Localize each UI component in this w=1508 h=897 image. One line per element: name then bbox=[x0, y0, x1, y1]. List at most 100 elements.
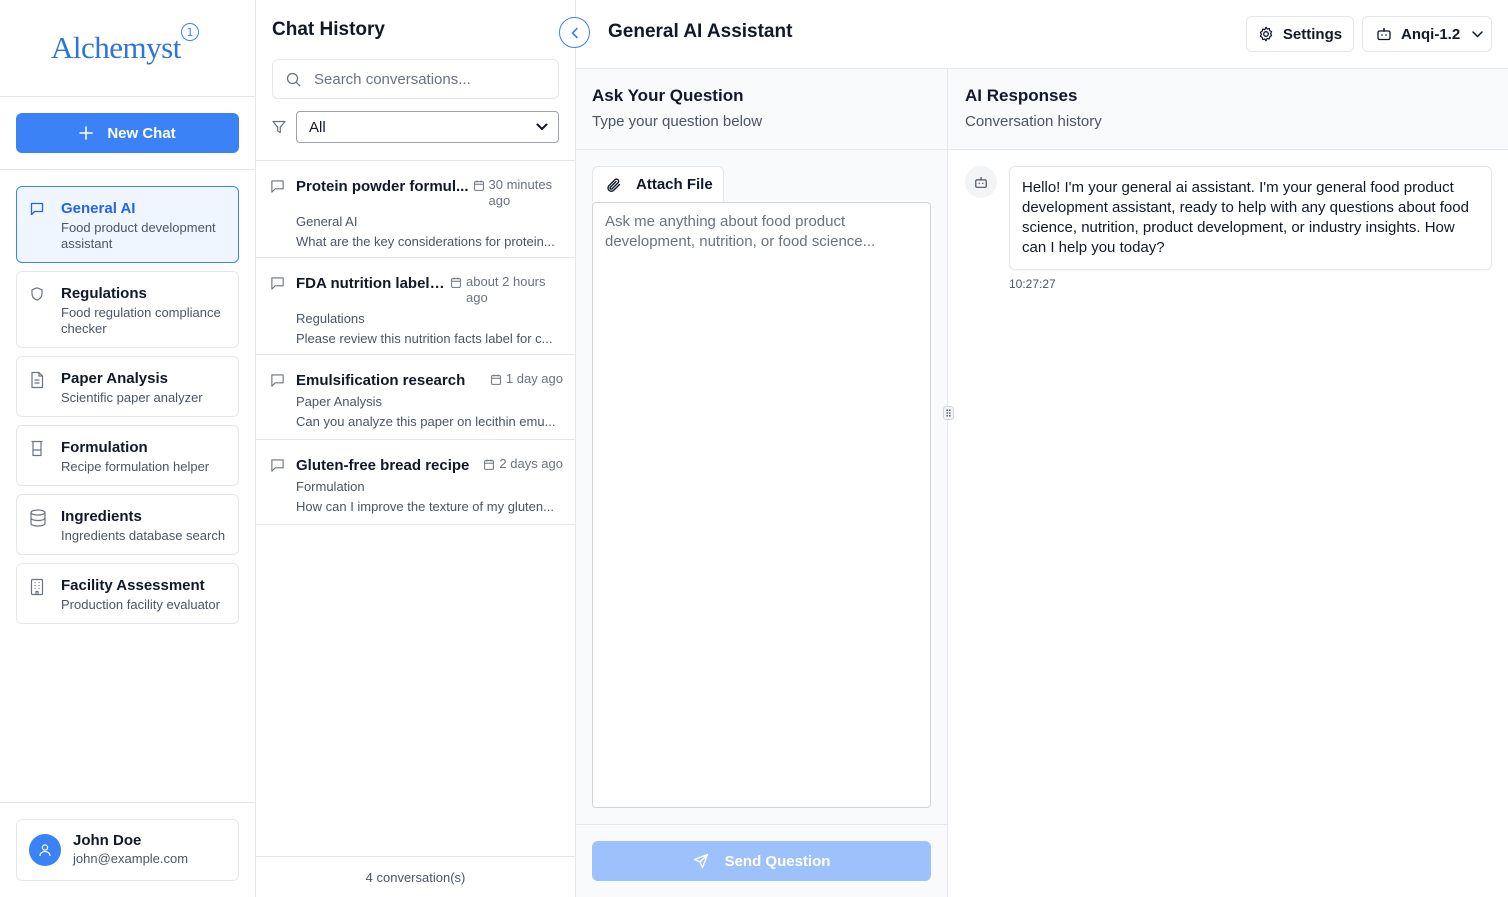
paperclip-icon bbox=[606, 177, 622, 193]
conversation-title: FDA nutrition labeli... bbox=[296, 275, 446, 292]
search-icon bbox=[286, 72, 301, 87]
sidebar-item-ingredients[interactable]: Ingredients Ingredients database search bbox=[16, 494, 239, 555]
sidebar-item-subtitle: Scientific paper analyzer bbox=[61, 390, 203, 405]
assistant-nav: General AI Food product development assi… bbox=[0, 170, 255, 624]
user-profile-card[interactable]: John Doe john@example.com bbox=[16, 819, 239, 881]
gear-icon bbox=[1258, 26, 1274, 42]
top-bar: General AI Assistant Settings Anqi-1.2 bbox=[576, 0, 1508, 69]
conversation-title: Emulsification research bbox=[296, 372, 466, 389]
calendar-icon bbox=[451, 277, 461, 288]
database-icon bbox=[29, 507, 49, 544]
chevron-left-icon bbox=[570, 27, 580, 39]
conversation-list: Protein powder formul... 30 minutes ago … bbox=[256, 161, 575, 525]
calendar-icon bbox=[484, 459, 495, 470]
sidebar-item-title: Ingredients bbox=[61, 508, 142, 525]
sidebar-item-formulation[interactable]: Formulation Recipe formulation helper bbox=[16, 425, 239, 486]
logo-area: Alchemyst 1 bbox=[0, 0, 255, 97]
sidebar-item-title: Regulations bbox=[61, 285, 147, 302]
building-icon bbox=[29, 576, 49, 613]
conversation-category: Paper Analysis bbox=[296, 394, 382, 409]
chevron-down-icon bbox=[536, 123, 548, 131]
avatar bbox=[29, 834, 61, 866]
beaker-icon bbox=[29, 438, 49, 475]
sidebar-item-title: General AI bbox=[61, 200, 136, 217]
conversation-category: Formulation bbox=[296, 479, 365, 494]
message-bubble: Hello! I'm your general ai assistant. I'… bbox=[1009, 166, 1492, 270]
sidebar-item-subtitle: Food product development assistant bbox=[61, 220, 216, 251]
responses-panel-subtitle: Conversation history bbox=[965, 113, 1102, 130]
new-chat-label: New Chat bbox=[107, 124, 176, 142]
ask-panel-subtitle: Type your question below bbox=[592, 113, 763, 130]
conversation-item[interactable]: FDA nutrition labeli... about 2 hours ag… bbox=[256, 258, 575, 355]
sidebar-item-subtitle: Food regulation compliance checker bbox=[61, 305, 221, 336]
sidebar-item-regulations[interactable]: Regulations Food regulation compliance c… bbox=[16, 271, 239, 348]
bot-icon bbox=[1376, 27, 1392, 41]
send-question-label: Send Question bbox=[724, 852, 831, 870]
conversation-title: Protein powder formul... bbox=[296, 178, 469, 195]
ask-question-panel: Ask Your Question Type your question bel… bbox=[576, 69, 948, 897]
conversation-time: 1 day ago bbox=[505, 371, 563, 386]
category-filter-select[interactable]: All bbox=[296, 111, 559, 143]
message-square-icon bbox=[270, 274, 286, 342]
brand-badge: 1 bbox=[181, 23, 199, 41]
conversation-item[interactable]: Protein powder formul... 30 minutes ago … bbox=[256, 161, 575, 258]
sidebar-item-facility-assessment[interactable]: Facility Assessment Production facility … bbox=[16, 563, 239, 624]
send-question-button[interactable]: Send Question bbox=[592, 841, 931, 881]
message-timestamp: 10:27:27 bbox=[1009, 277, 1056, 291]
conversation-preview: Can you analyze this paper on lecithin e… bbox=[296, 414, 556, 429]
brand-logo[interactable]: Alchemyst bbox=[51, 30, 181, 66]
panel-resize-handle[interactable] bbox=[943, 406, 954, 420]
conversation-item[interactable]: Gluten-free bread recipe 2 days ago Form… bbox=[256, 440, 575, 525]
sidebar-item-subtitle: Recipe formulation helper bbox=[61, 459, 210, 474]
user-area: John Doe john@example.com bbox=[0, 802, 255, 897]
conversation-count: 4 conversation(s) bbox=[256, 856, 575, 897]
search-box[interactable] bbox=[272, 59, 559, 99]
conversation-category: Regulations bbox=[296, 311, 365, 326]
user-name: John Doe bbox=[73, 832, 142, 849]
chat-history-title: Chat History bbox=[272, 19, 385, 40]
chat-history-panel: Chat History All bbox=[256, 0, 576, 897]
user-email: john@example.com bbox=[73, 851, 189, 866]
filter-selected-value: All bbox=[309, 118, 326, 136]
sidebar-item-paper-analysis[interactable]: Paper Analysis Scientific paper analyzer bbox=[16, 356, 239, 417]
search-input[interactable] bbox=[314, 70, 544, 88]
grip-vertical-icon bbox=[946, 409, 951, 417]
calendar-icon bbox=[473, 180, 484, 191]
conversation-title: Gluten-free bread recipe bbox=[296, 457, 470, 474]
conversation-preview: How can I improve the texture of my glut… bbox=[296, 499, 554, 514]
page-title: General AI Assistant bbox=[608, 21, 793, 42]
message-square-icon bbox=[270, 177, 286, 245]
user-icon bbox=[38, 843, 52, 857]
conversation-item[interactable]: Emulsification research 1 day ago Paper … bbox=[256, 355, 575, 440]
file-text-icon bbox=[29, 369, 49, 406]
message-square-icon bbox=[29, 199, 49, 252]
attach-file-button[interactable]: Attach File bbox=[592, 166, 724, 202]
responses-panel-title: AI Responses bbox=[965, 86, 1078, 105]
sidebar-item-subtitle: Ingredients database search bbox=[61, 528, 226, 543]
bot-avatar bbox=[965, 166, 997, 198]
plus-icon bbox=[79, 126, 94, 140]
main-area: General AI Assistant Settings Anqi-1.2 A… bbox=[576, 0, 1508, 897]
sidebar-item-general-ai[interactable]: General AI Food product development assi… bbox=[16, 186, 239, 263]
conversation-category: General AI bbox=[296, 214, 358, 229]
send-icon bbox=[693, 853, 709, 869]
sidebar-item-title: Paper Analysis bbox=[61, 370, 168, 387]
attach-file-label: Attach File bbox=[636, 176, 713, 193]
question-input[interactable] bbox=[605, 212, 918, 798]
collapse-history-button[interactable] bbox=[559, 17, 590, 48]
message-square-icon bbox=[270, 456, 286, 512]
conversation-time: 2 days ago bbox=[499, 456, 563, 471]
bot-icon bbox=[974, 176, 988, 189]
ai-responses-panel: AI Responses Conversation history Hello!… bbox=[948, 69, 1508, 897]
sidebar: Alchemyst 1 New Chat General AI Food pro… bbox=[0, 0, 256, 897]
ask-panel-title: Ask Your Question bbox=[592, 86, 744, 105]
settings-label: Settings bbox=[1282, 25, 1343, 43]
new-chat-button[interactable]: New Chat bbox=[16, 113, 239, 153]
assistant-message: Hello! I'm your general ai assistant. I'… bbox=[965, 166, 1492, 270]
sidebar-item-title: Facility Assessment bbox=[61, 577, 205, 594]
model-selector[interactable]: Anqi-1.2 bbox=[1362, 16, 1492, 52]
conversation-preview: What are the key considerations for prot… bbox=[296, 234, 555, 249]
settings-button[interactable]: Settings bbox=[1246, 16, 1354, 52]
conversation-time: 30 minutes ago bbox=[488, 177, 553, 208]
filter-icon bbox=[272, 120, 286, 134]
